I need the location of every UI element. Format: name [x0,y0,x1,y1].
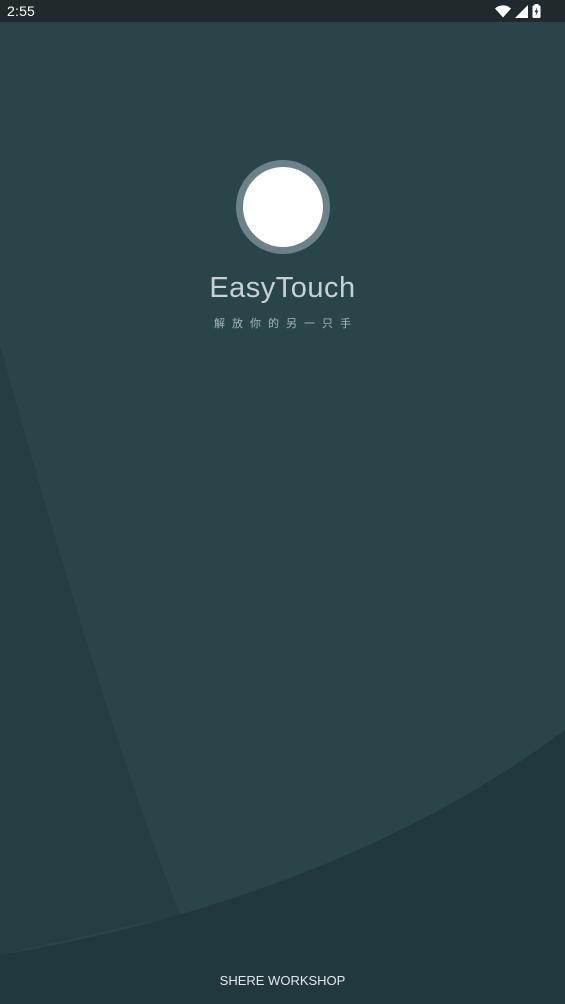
battery-charging-icon [532,4,541,18]
status-time: 2:55 [7,3,36,19]
status-icons [495,3,541,19]
wifi-icon [495,4,511,18]
cellular-signal-icon [515,4,528,18]
app-subtitle: 解放你的另一只手 [214,318,358,330]
footer-credit: SHERE WORKSHOP [219,973,346,988]
logo-inner-circle [243,167,323,247]
splash-screen: 2:55 EasyTouch 解放你的另一只手 SHERE WORKSHOP [0,0,565,1004]
app-title: EasyTouch [209,272,356,304]
app-logo [236,160,330,254]
background-decoration [0,0,565,1004]
status-bar: 2:55 [0,0,565,22]
